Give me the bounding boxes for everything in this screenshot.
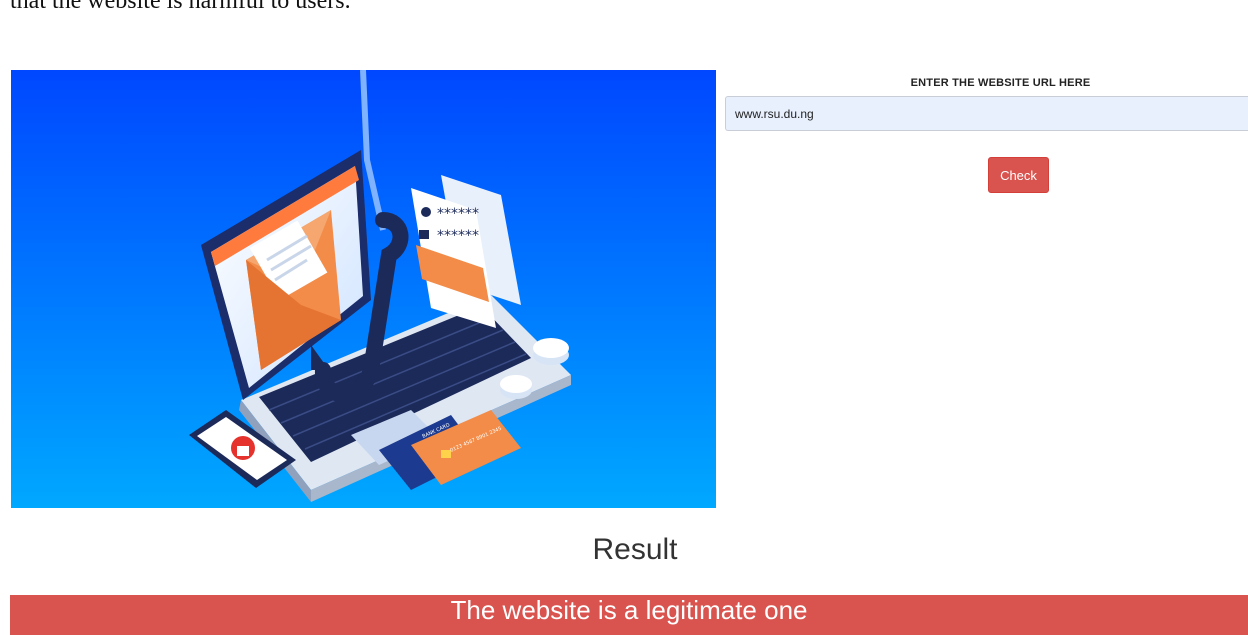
url-input[interactable]	[725, 96, 1248, 131]
url-check-form: ENTER THE WEBSITE URL HERE Check	[725, 70, 1248, 193]
result-message-banner: The website is a legitimate one	[10, 595, 1248, 635]
username-mask-text: ******	[437, 206, 479, 222]
password-mask-text: ******	[437, 228, 479, 244]
check-button[interactable]: Check	[988, 157, 1049, 193]
document-caption-text: that the website is harmful to users.	[10, 0, 351, 14]
url-input-label: ENTER THE WEBSITE URL HERE	[910, 77, 1091, 89]
phishing-illustration: ****** ****** 0123 4567 8901 2345 BANK C…	[11, 70, 716, 508]
result-heading: Result	[592, 533, 678, 566]
